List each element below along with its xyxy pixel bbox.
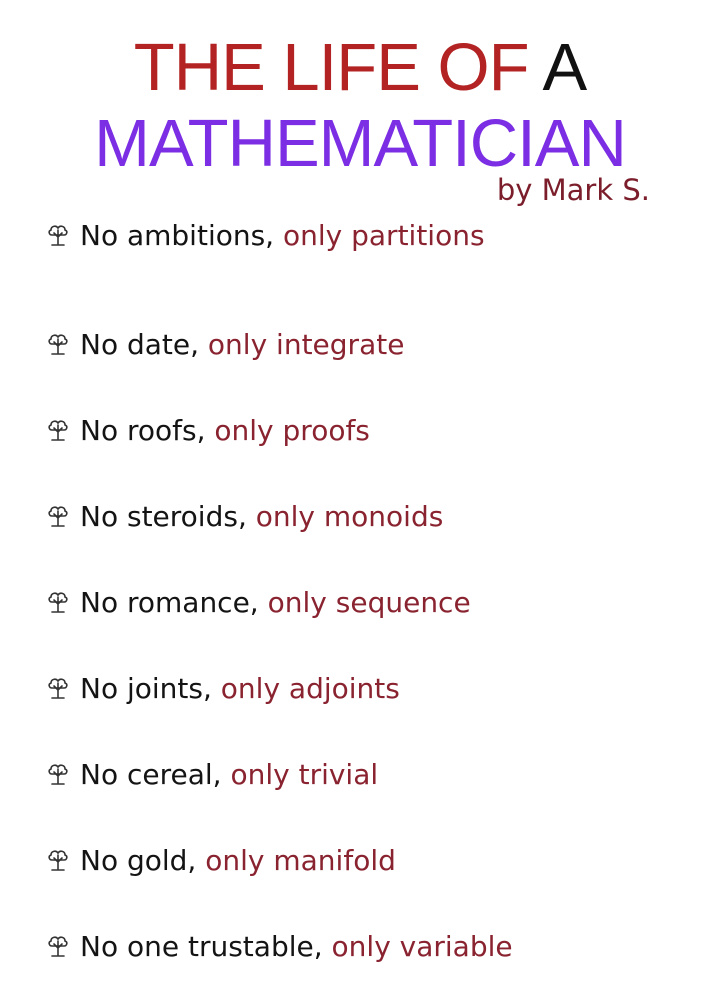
list-item: No date, only integrate [44,302,513,388]
list-item: No one trustable, only variable [44,904,513,990]
item-lead-text: No romance, [80,586,259,619]
list-item: No cereal, only trivial [44,732,513,818]
item-lead-text: No gold, [80,844,197,877]
cloud-tree-icon [48,420,68,441]
item-punchline-text: only manifold [205,844,396,877]
list-item: No gold, only manifold [44,818,513,904]
cloud-tree-icon [48,678,68,699]
item-lead-text: No ambitions, [80,219,275,252]
title-black-text: A [542,30,587,105]
item-lead-text: No cereal, [80,758,222,791]
cloud-tree-icon [48,506,68,527]
list-item: No ambitions, only partitions [44,216,513,256]
list-item: No roofs, only proofs [44,388,513,474]
cloud-tree-icon [48,225,68,246]
item-punchline-text: only adjoints [220,672,400,705]
cloud-tree-icon [48,592,68,613]
cloud-tree-icon [48,334,68,355]
page-title-line-1: THE LIFE OF A [0,34,720,101]
item-punchline-text: only trivial [230,758,379,791]
list-item: No steroids, only monoids [44,474,513,560]
item-lead-text: No roofs, [80,414,206,447]
item-punchline-text: only integrate [207,328,405,361]
item-punchline-text: only variable [331,930,513,963]
cloud-tree-icon [48,936,68,957]
author-byline: by Mark S. [496,173,650,207]
item-lead-text: No steroids, [80,500,247,533]
list-item: No romance, only sequence [44,560,513,646]
item-punchline-text: only proofs [214,414,370,447]
page-title-line-2: MATHEMATICIAN [94,106,627,181]
item-punchline-text: only monoids [255,500,444,533]
joke-list: No ambitions, only partitions No date, o… [44,216,513,990]
item-punchline-text: only partitions [283,219,485,252]
item-lead-text: No date, [80,328,200,361]
list-item: No joints, only adjoints [44,646,513,732]
cloud-tree-icon [48,850,68,871]
item-lead-text: No joints, [80,672,212,705]
title-red-text: THE LIFE OF [133,30,530,105]
item-lead-text: No one trustable, [80,930,323,963]
cloud-tree-icon [48,764,68,785]
item-punchline-text: only sequence [267,586,471,619]
